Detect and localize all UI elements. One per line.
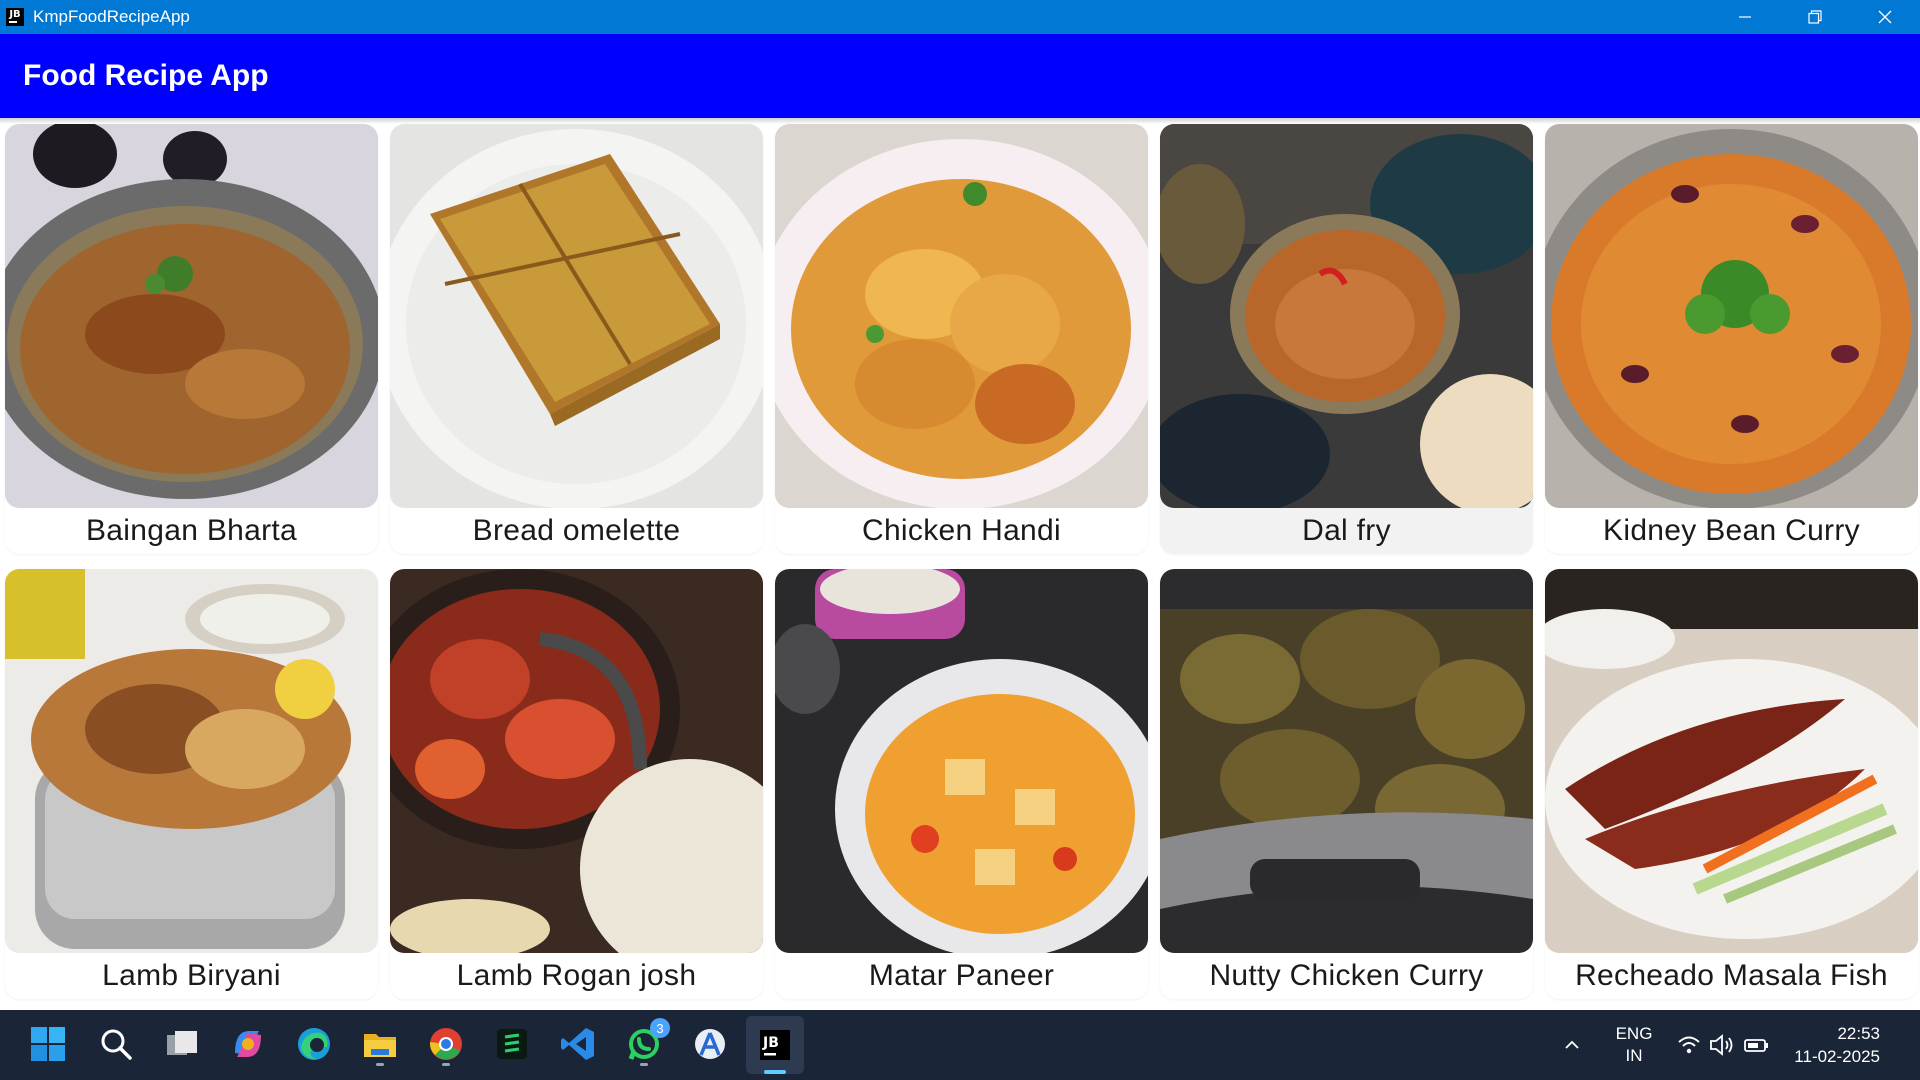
- recipe-name: Recheado Masala Fish: [1575, 959, 1888, 992]
- restore-icon: [1808, 10, 1822, 24]
- jetbrains-app-icon: JB: [6, 8, 24, 26]
- task-view-icon: [167, 1031, 197, 1055]
- close-button[interactable]: [1850, 0, 1920, 34]
- recipe-name: Bread omelette: [472, 514, 681, 547]
- running-indicator: [376, 1063, 384, 1066]
- recipe-card-kidney-bean-curry[interactable]: Kidney Bean Curry: [1545, 124, 1918, 554]
- recipe-card-lamb-rogan-josh[interactable]: Lamb Rogan josh: [390, 569, 763, 999]
- chevron-up-icon: [1565, 1040, 1579, 1049]
- recipe-card-chicken-handi[interactable]: Chicken Handi: [775, 124, 1148, 554]
- recipe-card-recheado-masala-fish[interactable]: Recheado Masala Fish: [1545, 569, 1918, 999]
- app-icon-label: JB: [9, 9, 21, 20]
- task-view-button[interactable]: [160, 1022, 204, 1066]
- whatsapp-button[interactable]: 3: [622, 1018, 670, 1066]
- recipe-name: Lamb Biryani: [102, 959, 281, 992]
- network-volume-battery-tray[interactable]: [1676, 1010, 1770, 1080]
- recipe-card-dal-fry[interactable]: Dal fry: [1160, 124, 1533, 554]
- wifi-icon: [1678, 1036, 1700, 1054]
- show-hidden-icons-button[interactable]: [1562, 1010, 1582, 1080]
- recipe-grid: Baingan Bharta Bread omelette Chicken Ha…: [0, 124, 1920, 1010]
- recipe-name: Matar Paneer: [868, 959, 1055, 992]
- volume-icon: [1710, 1034, 1733, 1056]
- android-studio-button[interactable]: [688, 1022, 732, 1066]
- battery-icon: [1744, 1039, 1768, 1052]
- search-button[interactable]: [94, 1022, 138, 1066]
- running-indicator: [442, 1063, 450, 1066]
- recipe-image-bread-omelette: [390, 124, 763, 508]
- recipe-image-matar-paneer: [775, 569, 1148, 953]
- vs-code-button[interactable]: [556, 1022, 600, 1066]
- folder-icon: [364, 1034, 396, 1057]
- recipe-image-baingan-bharta: [5, 124, 378, 508]
- recipe-card-lamb-biryani[interactable]: Lamb Biryani: [5, 569, 378, 999]
- recipe-card-nutty-chicken-curry[interactable]: Nutty Chicken Curry: [1160, 569, 1533, 999]
- recipe-image-recheado-masala-fish: [1545, 569, 1918, 953]
- clock-date: 11-02-2025: [1794, 1047, 1880, 1066]
- app-bar: Food Recipe App: [0, 34, 1920, 118]
- window-title: KmpFoodRecipeApp: [33, 7, 190, 26]
- windows-taskbar: 3 JB ENG IN 22:53 11-02-2025: [0, 1010, 1920, 1080]
- windows-logo-icon: [31, 1027, 65, 1061]
- copilot-button[interactable]: [226, 1022, 270, 1066]
- recipe-image-chicken-handi: [775, 124, 1148, 508]
- green-app-icon: [497, 1029, 527, 1059]
- clock-time: 22:53: [1837, 1024, 1880, 1043]
- chrome-button[interactable]: [424, 1022, 468, 1066]
- app-title: Food Recipe App: [23, 59, 269, 92]
- edge-icon: [298, 1028, 330, 1060]
- active-indicator: [764, 1070, 786, 1074]
- vs-code-icon: [561, 1028, 594, 1060]
- copilot-icon: [235, 1031, 261, 1057]
- recipe-image-kidney-bean-curry: [1545, 124, 1918, 508]
- language-code: ENG: [1615, 1024, 1653, 1043]
- svg-text:JB: JB: [762, 1035, 779, 1051]
- search-icon: [101, 1029, 132, 1060]
- recipe-name: Lamb Rogan josh: [456, 959, 697, 992]
- recipe-name: Chicken Handi: [861, 514, 1061, 547]
- restore-button[interactable]: [1780, 0, 1850, 34]
- close-icon: [1878, 10, 1892, 24]
- recipe-name: Kidney Bean Curry: [1603, 514, 1860, 547]
- running-indicator: [640, 1063, 648, 1066]
- notification-badge: 3: [650, 1018, 670, 1038]
- recipe-image-lamb-rogan-josh: [390, 569, 763, 953]
- green-app-button[interactable]: [490, 1022, 534, 1066]
- recipe-name: Nutty Chicken Curry: [1209, 959, 1484, 992]
- region-code: IN: [1625, 1046, 1643, 1065]
- clock[interactable]: 22:53 11-02-2025: [1782, 1010, 1880, 1080]
- language-indicator[interactable]: ENG IN: [1610, 1010, 1658, 1080]
- recipe-image-nutty-chicken-curry: [1160, 569, 1533, 953]
- recipe-image-dal-fry: [1160, 124, 1533, 508]
- recipe-card-matar-paneer[interactable]: Matar Paneer: [775, 569, 1148, 999]
- recipe-card-baingan-bharta[interactable]: Baingan Bharta: [5, 124, 378, 554]
- window-title-bar: JB KmpFoodRecipeApp: [0, 0, 1920, 34]
- edge-button[interactable]: [292, 1022, 336, 1066]
- minimize-icon: [1739, 16, 1751, 18]
- intellij-icon: JB: [760, 1030, 790, 1060]
- recipe-card-bread-omelette[interactable]: Bread omelette: [390, 124, 763, 554]
- minimize-button[interactable]: [1710, 0, 1780, 34]
- recipe-image-lamb-biryani: [5, 569, 378, 953]
- intellij-button[interactable]: JB: [746, 1016, 804, 1074]
- file-explorer-button[interactable]: [358, 1022, 402, 1066]
- start-button[interactable]: [26, 1022, 70, 1066]
- android-studio-icon: [695, 1029, 725, 1059]
- recipe-name: Dal fry: [1302, 514, 1391, 547]
- chrome-icon: [429, 1028, 462, 1060]
- recipe-name: Baingan Bharta: [85, 514, 298, 547]
